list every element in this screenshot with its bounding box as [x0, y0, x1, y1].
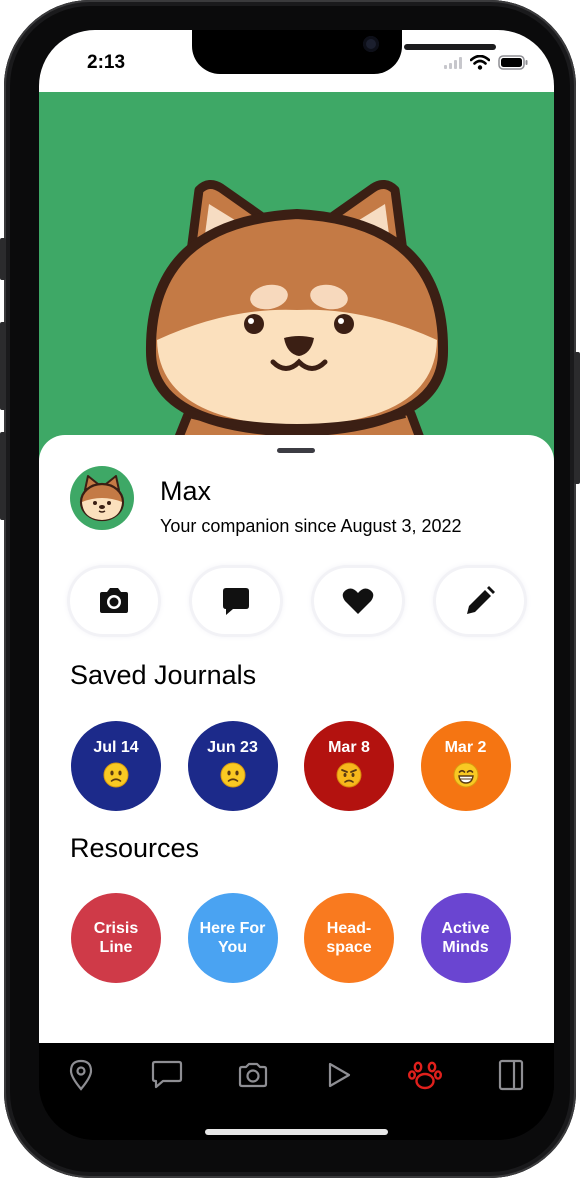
status-icons: [444, 55, 528, 70]
resource-link-circle[interactable]: Head-space: [304, 893, 394, 983]
journal-icon: [498, 1059, 524, 1091]
wifi-icon: [470, 55, 490, 70]
play-icon: [328, 1062, 351, 1088]
resource-label: Crisis: [93, 920, 139, 937]
map-pin-icon: [69, 1059, 93, 1091]
pet-avatar[interactable]: [70, 466, 134, 530]
tab-map[interactable]: [61, 1055, 101, 1095]
tab-pet[interactable]: [405, 1055, 445, 1095]
companion-since-text: Your companion since August 3, 2022: [160, 516, 462, 536]
camera-icon: [100, 588, 128, 613]
resource-link-circle[interactable]: Here For You: [187, 893, 278, 983]
resource-label: Here For: [199, 920, 266, 937]
home-indicator: [205, 1129, 388, 1135]
journal-entry-circle[interactable]: Mar 8: [304, 721, 394, 811]
journal-date: Jun 23: [207, 739, 258, 756]
journal-date: Mar 2: [444, 739, 487, 756]
mute-switch: [0, 238, 6, 280]
saved-journals-title: Saved Journals: [70, 660, 257, 690]
resource-link-circle[interactable]: Active Minds: [420, 893, 511, 983]
grinning-face-icon: [453, 762, 479, 793]
status-time: 2:13: [87, 52, 126, 73]
pet-hero-image: [39, 92, 554, 462]
pencil-icon: [467, 586, 495, 614]
resource-label: Head-: [326, 920, 372, 937]
earpiece-speaker: [404, 44, 496, 50]
paw-icon: [408, 1061, 442, 1090]
journal-entry-circle[interactable]: Jun 23: [187, 721, 278, 811]
cellular-signal-icon: [444, 56, 462, 69]
slightly-frowning-face-icon: [103, 762, 129, 793]
chat-button[interactable]: [192, 568, 280, 634]
resources-title: Resources: [70, 833, 200, 863]
volume-down-button: [0, 432, 6, 520]
tab-camera[interactable]: [233, 1055, 273, 1095]
shiba-avatar-icon: [79, 475, 125, 522]
resource-label: Line: [99, 939, 133, 956]
resource-link-circle[interactable]: Crisis Line: [71, 893, 161, 983]
heart-button[interactable]: [314, 568, 402, 634]
battery-icon: [498, 55, 528, 70]
resource-label: space: [326, 939, 372, 956]
shiba-illustration: [145, 180, 449, 462]
quick-actions-row: [70, 568, 526, 638]
journal-entry-circle[interactable]: Mar 2: [420, 721, 511, 811]
resource-label: You: [217, 939, 248, 956]
journal-date: Jul 14: [93, 739, 139, 756]
power-button: [574, 352, 580, 484]
pet-name: Max: [160, 476, 212, 506]
camera-icon: [238, 1062, 268, 1088]
angry-face-icon: [336, 762, 362, 793]
screen: 2:13 Max Your companion since August 3, …: [39, 30, 554, 1140]
chat-bubble-icon: [223, 588, 249, 615]
resource-label: Active: [441, 920, 490, 937]
journal-date: Mar 8: [328, 739, 370, 756]
phone-frame: 2:13 Max Your companion since August 3, …: [0, 0, 580, 1178]
tab-journal[interactable]: [491, 1055, 531, 1095]
journal-entry-circle[interactable]: Jul 14: [71, 721, 161, 811]
tab-chat[interactable]: [147, 1055, 187, 1095]
profile-sheet: Max Your companion since August 3, 2022: [39, 435, 554, 1043]
tab-bar: [39, 1043, 554, 1140]
edit-button[interactable]: [436, 568, 524, 634]
sheet-grabber[interactable]: [277, 448, 315, 453]
camera-button[interactable]: [70, 568, 158, 634]
chat-bubble-icon: [151, 1060, 183, 1089]
slightly-frowning-face-icon: [220, 762, 246, 793]
tab-play[interactable]: [319, 1055, 359, 1095]
notch: [192, 30, 496, 74]
front-camera: [363, 36, 379, 52]
volume-up-button: [0, 322, 6, 410]
heart-icon: [342, 588, 374, 614]
resource-label: Minds: [442, 939, 489, 956]
status-bar: 2:13: [39, 30, 554, 92]
